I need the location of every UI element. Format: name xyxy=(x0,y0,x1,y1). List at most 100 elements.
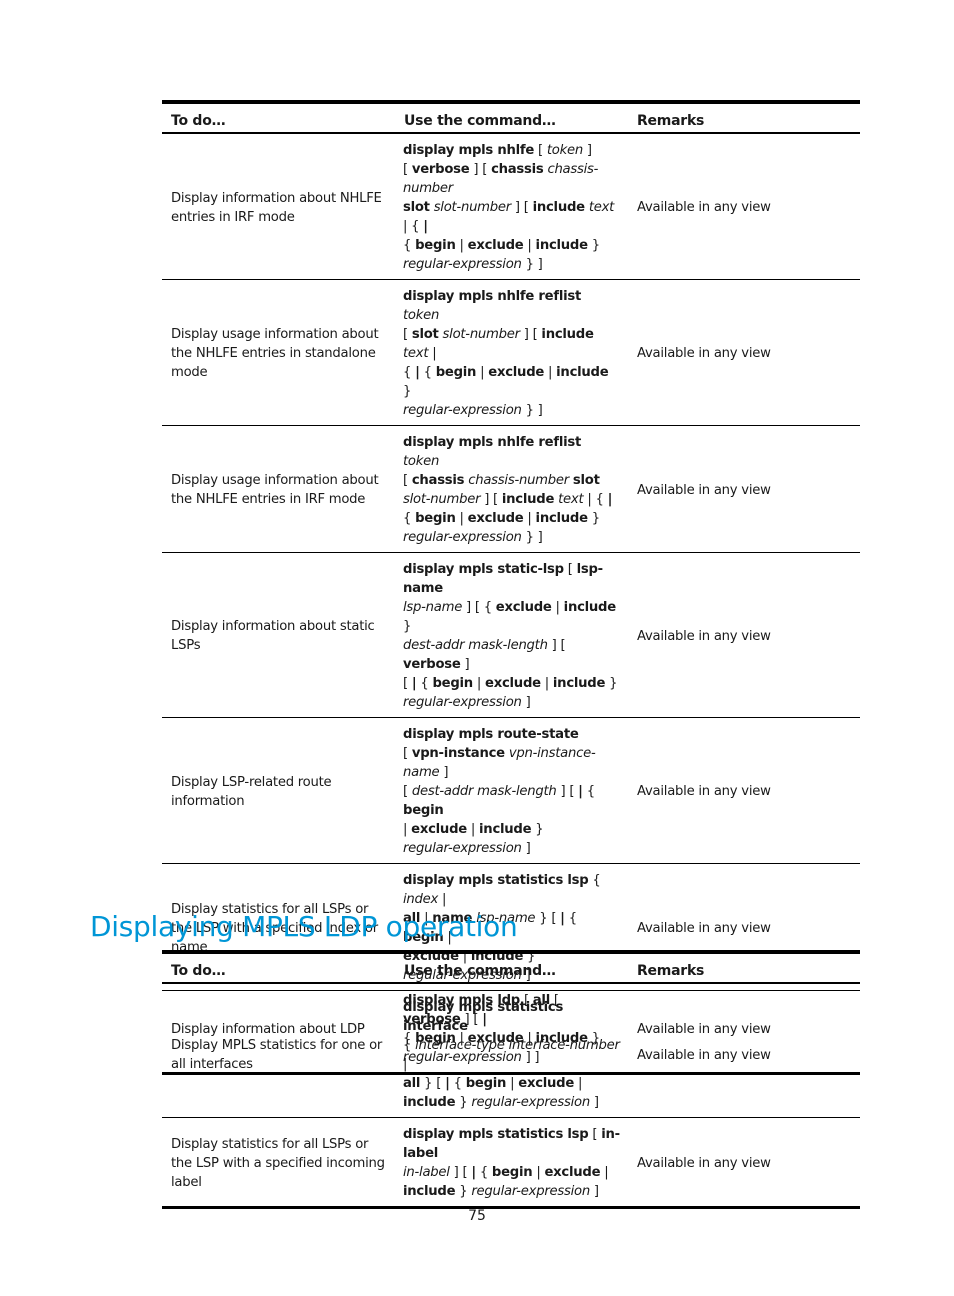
command-syntax: | xyxy=(600,1165,609,1180)
command-keyword: verbose xyxy=(403,657,461,672)
command-syntax: } xyxy=(587,1031,600,1046)
command-keyword: display mpls route-state xyxy=(403,727,579,742)
command-syntax: | xyxy=(523,1031,536,1046)
command-syntax: [ xyxy=(549,993,559,1008)
command-argument: regular-expression xyxy=(403,1050,522,1065)
command-syntax: ] [ xyxy=(480,492,502,507)
command-syntax: | xyxy=(476,365,489,380)
column-header-command: Use the command… xyxy=(404,963,556,979)
command-cell: display mpls nhlfe reflist token [ slot s… xyxy=(395,279,628,426)
command-keyword: exclude xyxy=(467,238,524,253)
command-syntax: [ xyxy=(403,327,412,342)
command-syntax: ] [ xyxy=(460,1012,483,1027)
command-keyword: include xyxy=(532,200,586,215)
command-keyword: begin xyxy=(435,365,477,380)
command-syntax: { xyxy=(588,873,601,888)
command-argument: slot-number xyxy=(433,200,512,215)
todo-cell: Display usage information about the NHLF… xyxy=(162,425,395,553)
command-keyword: all xyxy=(403,1076,421,1091)
command-keyword: | xyxy=(482,1012,487,1027)
command-syntax: { xyxy=(403,1031,416,1046)
command-syntax: ] [ xyxy=(510,200,533,215)
command-syntax: | xyxy=(438,892,447,907)
command-keyword: slot xyxy=(411,327,439,342)
command-syntax: ] [ { xyxy=(462,600,496,615)
todo-cell: Display information about NHLFE entries … xyxy=(162,133,395,280)
command-syntax: ] xyxy=(582,143,592,158)
command-syntax: | xyxy=(455,238,468,253)
command-cell: display mpls statistics lsp [ in-label in… xyxy=(395,1117,628,1209)
command-keyword: | xyxy=(607,492,613,507)
command-syntax: | xyxy=(455,511,468,526)
command-argument: regular-expression xyxy=(403,403,522,418)
column-header-remarks: Remarks xyxy=(637,113,705,129)
command-syntax: { xyxy=(582,784,595,799)
remarks-cell: Available in any view xyxy=(628,717,860,864)
command-syntax: } [ xyxy=(420,1076,446,1091)
command-keyword: display mpls static-lsp xyxy=(403,562,564,577)
command-syntax: | xyxy=(574,1076,583,1091)
command-keyword: begin xyxy=(465,1076,507,1091)
column-header-todo: To do… xyxy=(171,963,226,979)
command-keyword: include xyxy=(535,1031,589,1046)
command-keyword: begin xyxy=(491,1165,533,1180)
command-syntax: { xyxy=(449,1076,466,1091)
command-keyword: exclude xyxy=(544,1165,601,1180)
table-row: Display information about LDP display mpl… xyxy=(162,983,860,1075)
todo-cell: Display LSP-related route information xyxy=(162,717,395,864)
page-number: 75 xyxy=(468,1208,486,1224)
remarks-cell: Available in any view xyxy=(628,279,860,426)
command-argument: token xyxy=(403,454,440,469)
command-syntax: | xyxy=(523,238,536,253)
command-syntax: ] ] xyxy=(521,1050,540,1065)
command-syntax: } xyxy=(587,511,600,526)
command-keyword: chassis xyxy=(491,162,544,177)
command-keyword: display mpls statistics lsp xyxy=(403,873,589,888)
command-cell: display mpls static-lsp [ lsp-name lsp-na… xyxy=(395,552,628,718)
command-syntax: | xyxy=(455,1031,468,1046)
command-syntax: | xyxy=(466,822,480,837)
command-syntax: } xyxy=(403,384,412,399)
command-argument: index xyxy=(403,892,439,907)
remarks-cell: Available in any view xyxy=(628,1117,860,1209)
command-syntax: | xyxy=(540,676,553,691)
todo-cell: Display information about static LSPs xyxy=(162,552,395,718)
command-keyword: exclude xyxy=(467,511,524,526)
command-keyword: exclude xyxy=(485,676,541,691)
command-syntax: ] [ xyxy=(469,162,492,177)
command-argument: dest-addr mask-length xyxy=(411,784,557,799)
command-argument: token xyxy=(403,308,440,323)
command-keyword: include xyxy=(403,1184,456,1199)
command-syntax: | xyxy=(523,511,536,526)
command-keyword: exclude xyxy=(488,365,545,380)
table-row: Display information about NHLFE entries … xyxy=(162,133,860,280)
command-syntax: } [ xyxy=(535,911,561,926)
command-keyword: begin xyxy=(415,238,456,253)
command-syntax: { xyxy=(403,511,416,526)
command-keyword: display mpls ldp xyxy=(403,993,520,1008)
command-keyword: display mpls nhlfe reflist xyxy=(403,435,582,450)
command-argument: lsp-name xyxy=(403,600,463,615)
command-argument: in-label xyxy=(403,1165,450,1180)
command-syntax: [ xyxy=(588,1127,602,1142)
column-header-todo: To do… xyxy=(171,113,226,129)
command-keyword: include xyxy=(403,1095,456,1110)
command-syntax: } ] xyxy=(521,530,543,545)
table-row: Display statistics for all LSPs or the L… xyxy=(162,1117,860,1209)
command-syntax: ] [ xyxy=(556,784,579,799)
command-cell: display mpls nhlfe reflist token [ chassi… xyxy=(395,425,628,553)
command-argument: text xyxy=(558,492,584,507)
column-header-command: Use the command… xyxy=(404,113,556,129)
command-keyword: begin xyxy=(432,676,473,691)
table-row: Display LSP-related route information dis… xyxy=(162,717,860,864)
command-keyword: exclude xyxy=(518,1076,575,1091)
remarks-cell: Available in any view xyxy=(628,983,860,1075)
command-keyword: verbose xyxy=(411,162,470,177)
command-syntax: [ xyxy=(403,746,412,761)
command-syntax: [ xyxy=(403,473,412,488)
command-cell: display mpls ldp [ all [ verbose ] [ |{ … xyxy=(395,983,628,1075)
command-keyword: display mpls nhlfe xyxy=(403,143,535,158)
command-keyword: include xyxy=(552,676,606,691)
command-keyword: exclude xyxy=(411,822,467,837)
command-argument: token xyxy=(546,143,583,158)
